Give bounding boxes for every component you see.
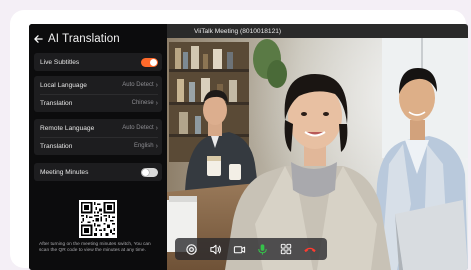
camera-icon[interactable] [230, 240, 248, 258]
panel-title: AI Translation [48, 33, 120, 45]
ai-translation-panel: AI Translation Live Subtitles Local Lang… [29, 24, 167, 270]
meeting-minutes-label: Meeting Minutes [40, 168, 89, 176]
remote-translation-label: Translation [40, 142, 73, 150]
remote-language-row[interactable]: Remote Language Auto Detect › [34, 119, 162, 137]
remote-language-label: Remote Language [40, 124, 95, 132]
local-language-value: Auto Detect [122, 82, 154, 88]
remote-translation-row[interactable]: Translation English › [34, 137, 162, 155]
qr-instructions: After turning on the meeting minutes swi… [39, 242, 151, 254]
live-subtitles-panel: Live Subtitles [34, 53, 162, 71]
local-language-label: Local Language [40, 81, 87, 89]
local-translation-value: Chinese [131, 100, 154, 106]
meeting-minutes-toggle[interactable] [141, 167, 158, 177]
grid-icon[interactable] [277, 240, 295, 258]
speaker-icon[interactable] [206, 240, 224, 258]
local-translation-label: Translation [40, 99, 73, 107]
chevron-right-icon: › [155, 124, 158, 132]
live-subtitles-label: Live Subtitles [40, 58, 80, 66]
microphone-icon[interactable] [254, 240, 272, 258]
chevron-right-icon: › [155, 142, 158, 150]
remote-language-panel: Remote Language Auto Detect › Translation… [34, 119, 162, 155]
remote-language-value: Auto Detect [122, 125, 154, 131]
chevron-right-icon: › [155, 99, 158, 107]
local-language-panel: Local Language Auto Detect › Translation … [34, 76, 162, 112]
live-subtitles-row[interactable]: Live Subtitles [34, 53, 162, 71]
chevron-right-icon: › [155, 81, 158, 89]
settings-icon[interactable] [183, 240, 201, 258]
meeting-minutes-panel: Meeting Minutes [34, 163, 162, 181]
meeting-video [167, 24, 468, 270]
remote-translation-value: English [133, 143, 154, 149]
panel-header: AI Translation [34, 32, 120, 46]
back-arrow-icon[interactable] [34, 34, 43, 44]
qr-code [79, 200, 117, 238]
meeting-toolbar [175, 238, 327, 260]
meeting-title: ViiTalk Meeting (8010018121) [194, 28, 282, 35]
meeting-window: AI Translation Live Subtitles Local Lang… [29, 24, 468, 270]
local-translation-row[interactable]: Translation Chinese › [34, 94, 162, 112]
live-subtitles-toggle[interactable] [141, 57, 158, 67]
local-language-row[interactable]: Local Language Auto Detect › [34, 76, 162, 94]
meeting-minutes-row[interactable]: Meeting Minutes [34, 163, 162, 181]
video-feed: ViiTalk Meeting (8010018121) [167, 24, 468, 270]
hang-up-icon[interactable] [301, 240, 319, 258]
